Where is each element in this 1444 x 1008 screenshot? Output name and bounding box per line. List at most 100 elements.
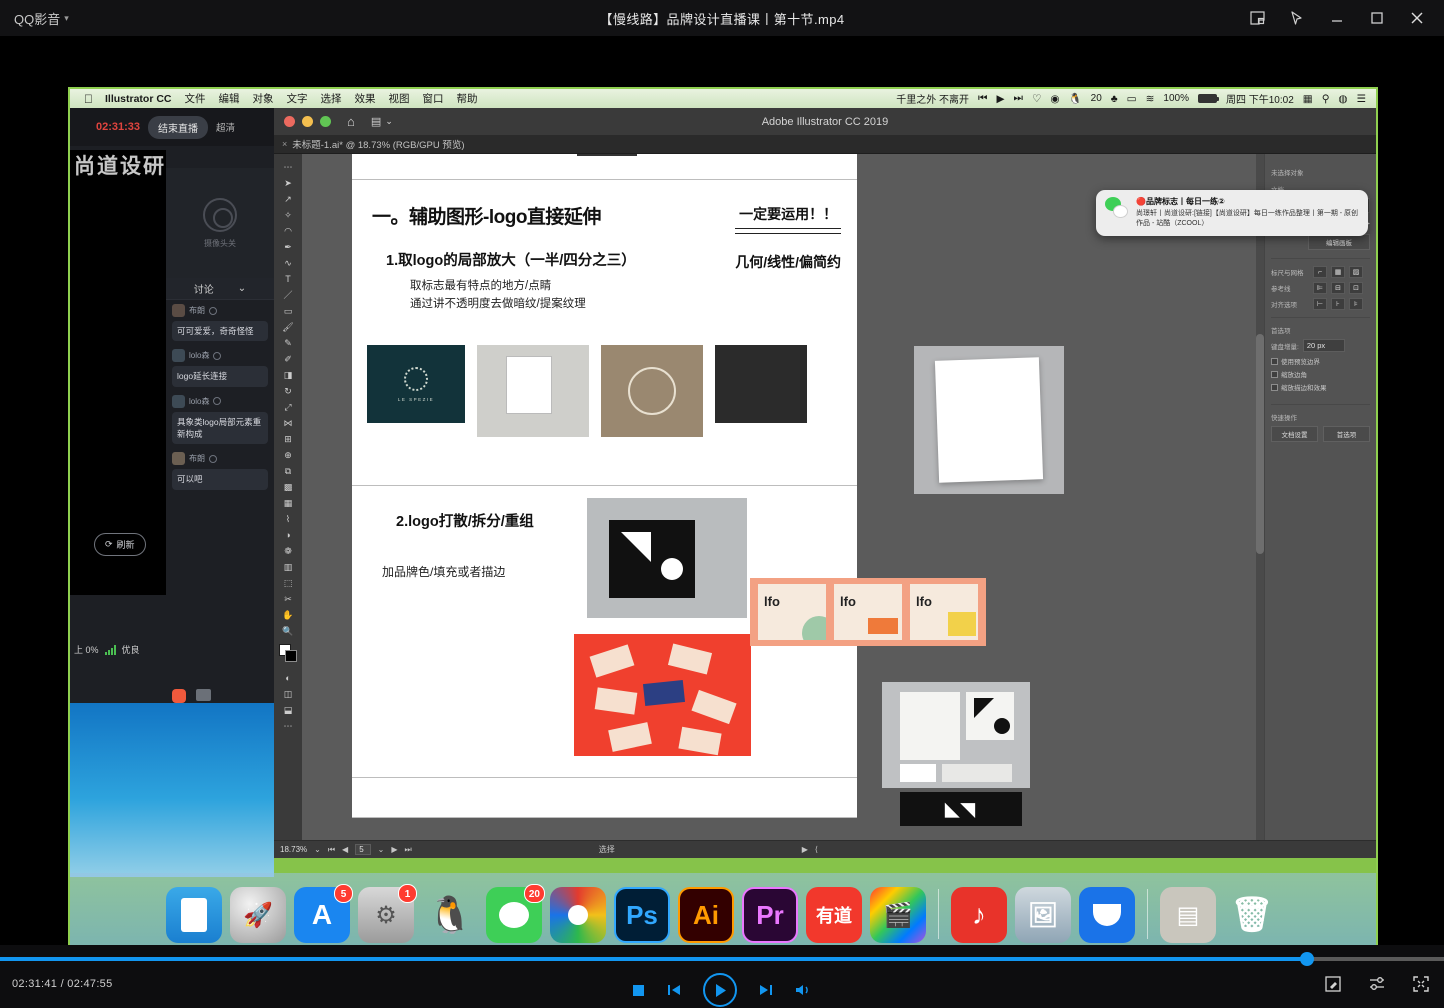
maximize-icon[interactable] [1360, 3, 1394, 33]
chevron-down-icon[interactable]: ⌄ [314, 845, 321, 854]
artboard-last-icon[interactable]: ⏭ [405, 845, 412, 855]
zoom-level-label[interactable]: 18.73% [280, 845, 307, 854]
dropbox-icon[interactable]: ◉ [1050, 93, 1059, 105]
window-zoom-button[interactable] [320, 116, 331, 127]
transparency-grid-icon[interactable]: ▨ [1349, 266, 1363, 278]
snap-to-pixel-icon[interactable]: ⊧ [1349, 298, 1363, 310]
dock-item-safari[interactable] [1079, 887, 1135, 943]
document-tab[interactable]: × 未标题-1.ai* @ 18.73% (RGB/GPU 预览) [274, 137, 465, 151]
menu-item-help[interactable]: 帮助 [457, 91, 478, 106]
magic-wand-tool-icon[interactable]: ✧ [278, 208, 298, 223]
picture-in-picture-icon[interactable] [1240, 3, 1274, 33]
stop-button[interactable] [632, 984, 645, 997]
type-tool-icon[interactable]: T [278, 272, 298, 287]
tool-handle-icon[interactable]: ⋯ [278, 160, 298, 175]
window-minimize-button[interactable] [302, 116, 313, 127]
dock-item-system-preferences[interactable]: ⚙ 1 [358, 887, 414, 943]
fill-stroke-swatch[interactable] [279, 644, 298, 663]
blend-tool-icon[interactable]: ◑ [278, 528, 298, 543]
dock-item-recent-document[interactable]: ▤ [1160, 887, 1216, 943]
control-center-icon[interactable]: ☰ [1357, 93, 1366, 105]
dock-item-final-cut-pro[interactable]: 🎬 [870, 887, 926, 943]
menu-item-object[interactable]: 对象 [253, 91, 274, 106]
arrange-documents-icon[interactable]: ▤ ⌄ [371, 115, 393, 128]
media-previous-icon[interactable]: ⏮ [978, 92, 987, 105]
file-folder-icon[interactable] [196, 689, 211, 701]
seek-handle[interactable] [1300, 952, 1314, 966]
end-live-button[interactable]: 结束直播 [148, 116, 208, 139]
dock-item-finder[interactable] [166, 887, 222, 943]
display-icon[interactable]: ▭ [1127, 93, 1137, 105]
apple-logo-icon[interactable]:  [84, 92, 93, 106]
fullscreen-button[interactable] [1412, 975, 1430, 998]
settings-sliders-button[interactable] [1368, 975, 1386, 998]
symbol-sprayer-tool-icon[interactable]: ❁ [278, 544, 298, 559]
status-expand-icon[interactable]: ▶ [802, 845, 808, 854]
menu-item-view[interactable]: 视图 [389, 91, 410, 106]
dock-item-photoshop[interactable]: Ps [614, 887, 670, 943]
menu-item-edit[interactable]: 编辑 [219, 91, 240, 106]
scale-tool-icon[interactable]: ⤢ [278, 400, 298, 415]
previous-button[interactable] [667, 983, 681, 997]
show-rulers-icon[interactable]: ⌐ [1313, 266, 1327, 278]
chevron-down-icon[interactable]: ⌄ [238, 283, 246, 294]
close-icon[interactable] [1400, 3, 1434, 33]
dock-item-wechat[interactable]: 20 [486, 887, 542, 943]
show-guides-icon[interactable]: ⊫ [1313, 282, 1327, 294]
column-graph-tool-icon[interactable]: ▥ [278, 560, 298, 575]
show-grid-icon[interactable]: ▦ [1331, 266, 1345, 278]
selection-tool-icon[interactable]: ➤ [278, 176, 298, 191]
dock-item-premiere[interactable]: Pr [742, 887, 798, 943]
camera-off-indicator[interactable]: 摄像头关 [166, 168, 274, 278]
drawing-mode-icon[interactable]: ◫ [278, 687, 298, 702]
wifi-icon[interactable]: ≋ [1146, 93, 1155, 105]
paintbrush-tool-icon[interactable]: 🖌 [278, 320, 298, 335]
cast-icon[interactable] [1280, 3, 1314, 33]
heart-icon[interactable]: ♡ [1032, 93, 1041, 105]
menu-item-select[interactable]: 选择 [321, 91, 342, 106]
artboard-prev-icon[interactable]: ◀ [342, 845, 348, 854]
app-menu-button[interactable]: QQ影音 ▾ [14, 9, 69, 28]
minimize-icon[interactable] [1320, 3, 1354, 33]
discussion-tab[interactable]: 讨论 ⌄ [166, 278, 274, 300]
toolbar-more-icon[interactable]: ⋯ [278, 719, 298, 734]
illustrator-canvas[interactable]: 一。辅助图形-logo直接延伸 1.取logo的局部放大（一半/四分之三） 取标… [302, 154, 1264, 840]
seek-bar[interactable] [0, 957, 1444, 961]
keyboard-increment-input[interactable]: 20 px [1303, 339, 1345, 352]
eraser-tool-icon[interactable]: ◨ [278, 368, 298, 383]
zoom-tool-icon[interactable]: 🔍 [278, 624, 298, 639]
lock-guides-icon[interactable]: ⊟ [1331, 282, 1345, 294]
dock-item-preview[interactable]: 🖼 [1015, 887, 1071, 943]
smart-guides-icon[interactable]: ⊡ [1349, 282, 1363, 294]
menu-item-window[interactable]: 窗口 [423, 91, 444, 106]
illustrator-toolbar[interactable]: ⋯ ➤ ↗ ✧ ◠ ✒ ∿ T ／ ▭ 🖌 ✎ ✐ ◨ ↻ [274, 154, 302, 858]
emoji-picker-icon[interactable] [172, 689, 186, 703]
preferences-button[interactable]: 首选项 [1323, 426, 1370, 442]
stream-quality-label[interactable]: 超清 [216, 120, 235, 134]
direct-selection-tool-icon[interactable]: ↗ [278, 192, 298, 207]
mesh-tool-icon[interactable]: ▩ [278, 480, 298, 495]
hand-tool-icon[interactable]: ✋ [278, 608, 298, 623]
pen-tool-icon[interactable]: ✒ [278, 240, 298, 255]
lasso-tool-icon[interactable]: ◠ [278, 224, 298, 239]
menu-item-illustrator[interactable]: Illustrator CC [105, 93, 172, 105]
width-tool-icon[interactable]: ⋈ [278, 416, 298, 431]
refresh-button[interactable]: ⟳ 刷新 [94, 533, 146, 556]
shape-builder-tool-icon[interactable]: ⊕ [278, 448, 298, 463]
menu-item-effect[interactable]: 效果 [355, 91, 376, 106]
color-mode-icon[interactable]: ◐ [278, 671, 298, 686]
rotate-tool-icon[interactable]: ↻ [278, 384, 298, 399]
artboard-next-icon[interactable]: ▶ [391, 845, 397, 854]
canvas-vertical-scrollbar[interactable] [1256, 154, 1264, 840]
media-next-icon[interactable]: ⏭ [1014, 92, 1023, 105]
artboard-tool-icon[interactable]: ⬚ [278, 576, 298, 591]
gradient-tool-icon[interactable]: ▦ [278, 496, 298, 511]
notification-toast[interactable]: 🔴品牌标志丨每日一练② 尚璟轩丨尚道设研:[链接]【尚道设研】每日一练作品整理丨… [1096, 190, 1368, 236]
snap-to-grid-icon[interactable]: ⊦ [1331, 298, 1345, 310]
dock-item-trash[interactable]: 🗑 [1224, 887, 1280, 943]
screen-mode-icon[interactable]: ⬓ [278, 703, 298, 718]
status-resize-icon[interactable]: ⟨ [815, 845, 818, 854]
penguin-icon[interactable]: ♣ [1111, 93, 1118, 105]
chevron-down-icon[interactable]: ⌄ [378, 845, 385, 854]
artboard-number-input[interactable]: 5 [355, 844, 370, 855]
